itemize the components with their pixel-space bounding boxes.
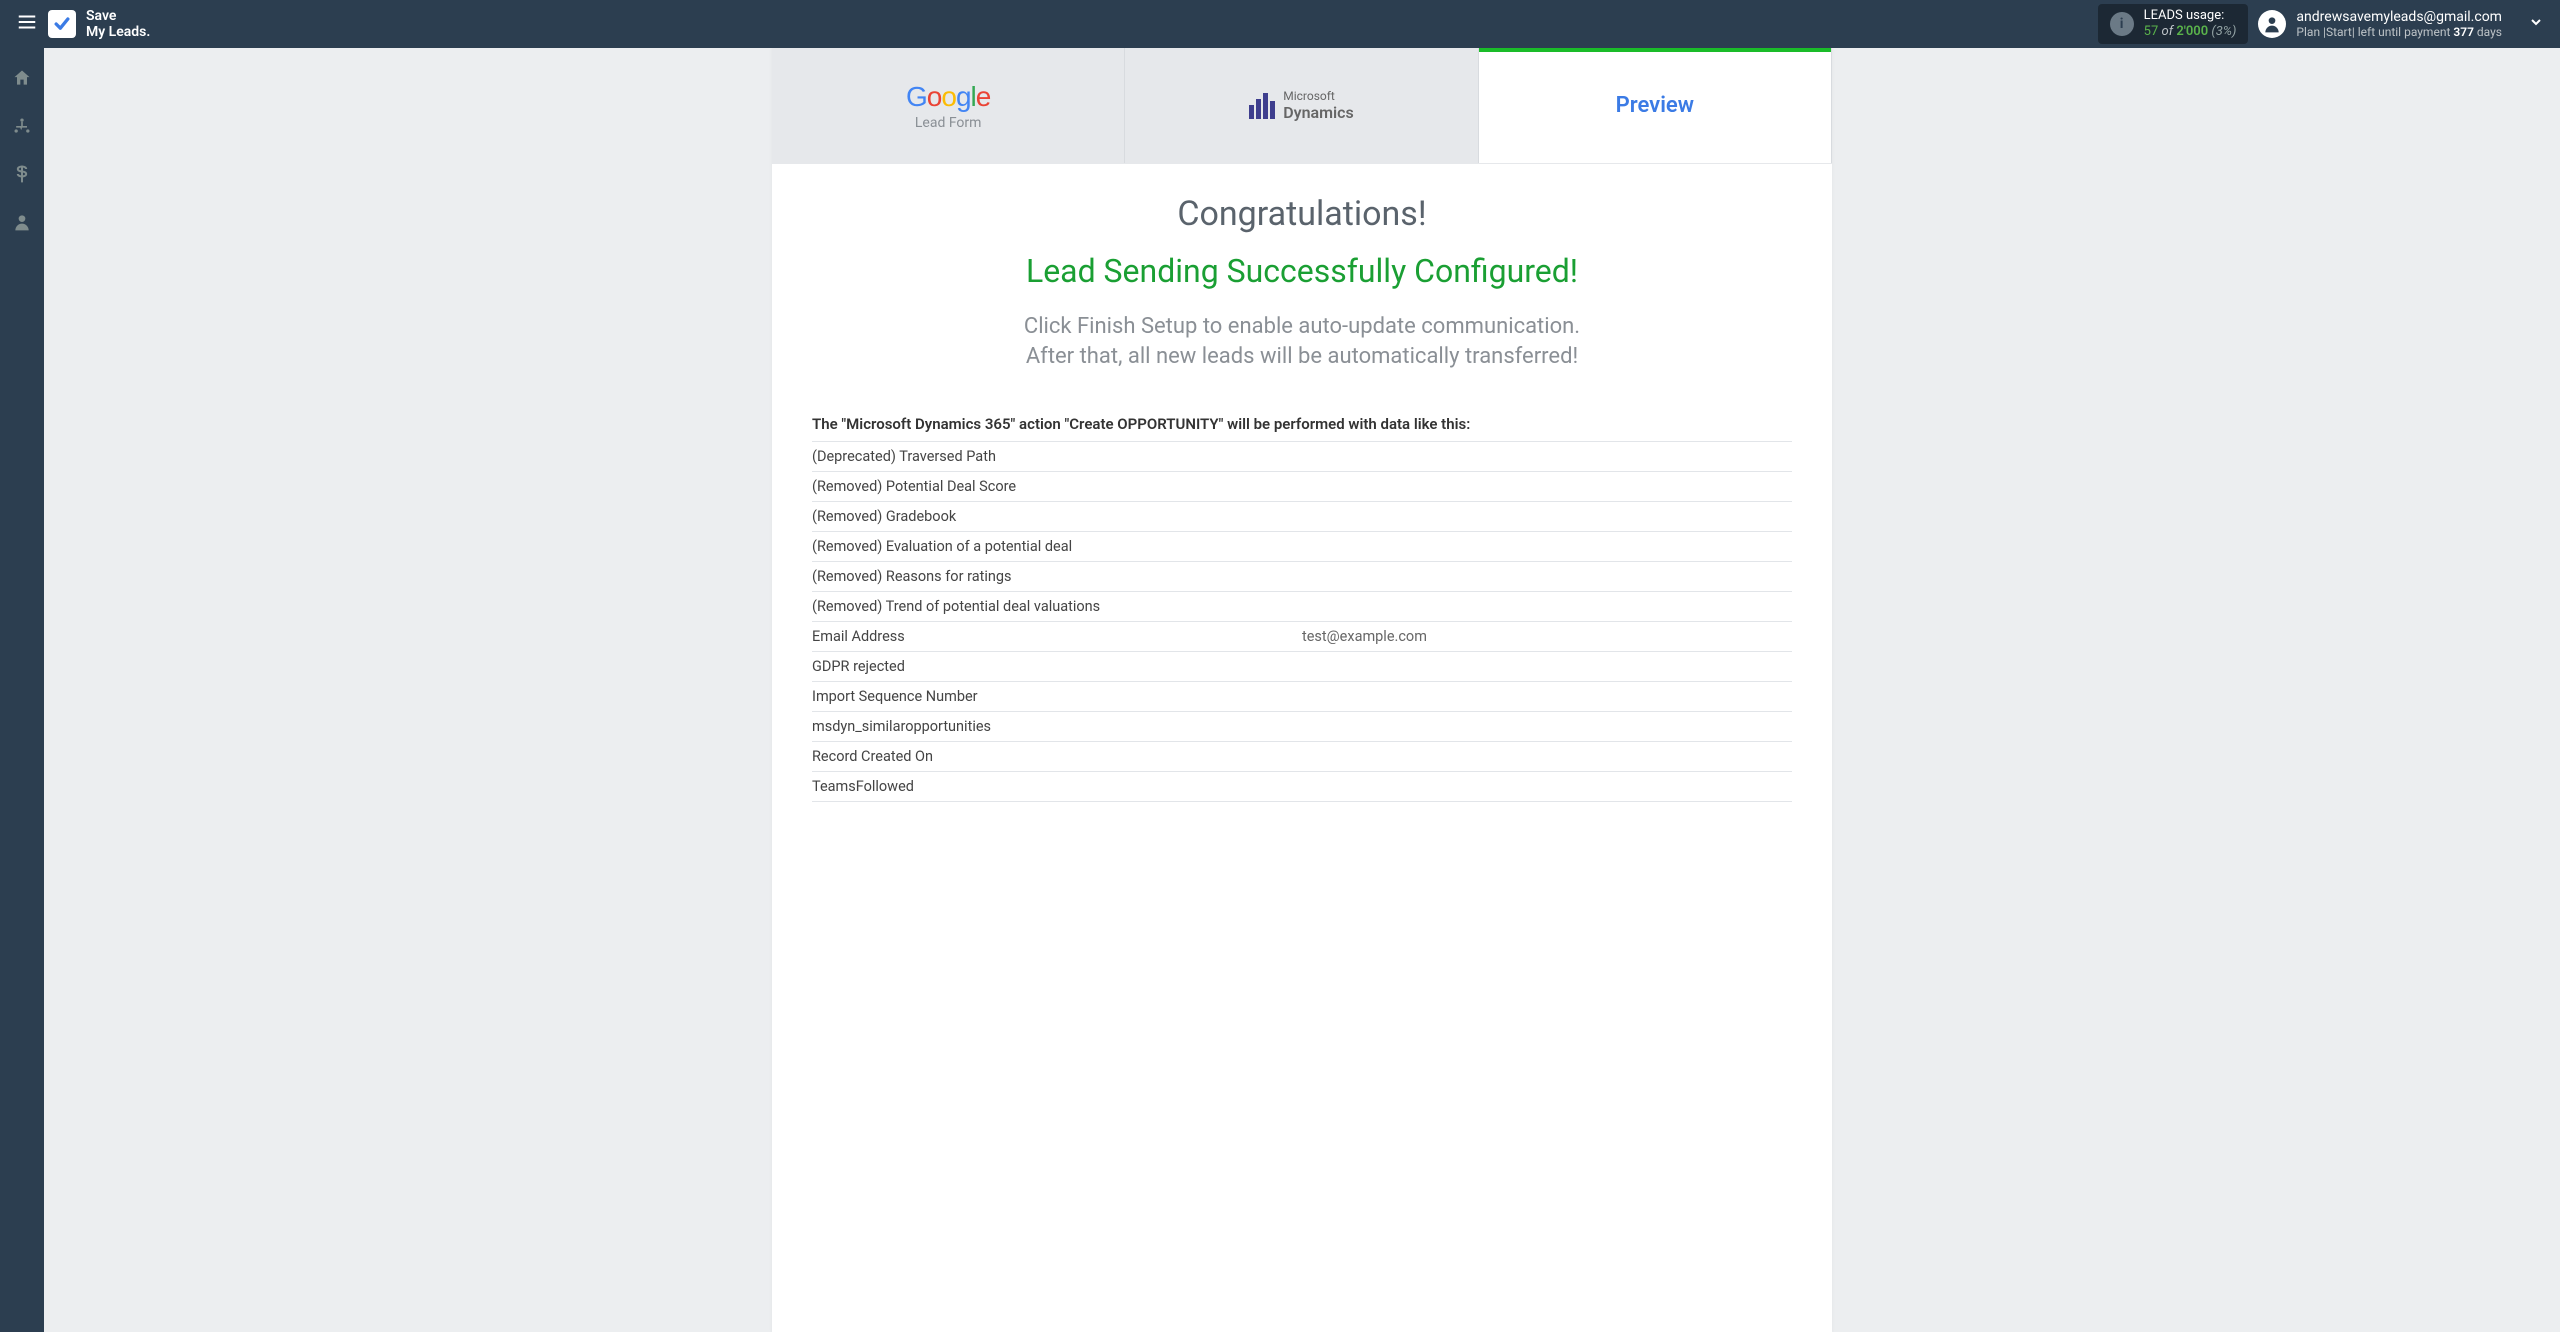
instructions: Click Finish Setup to enable auto-update… xyxy=(812,312,1792,371)
instructions-line2: After that, all new leads will be automa… xyxy=(812,342,1792,372)
field-value xyxy=(1302,712,1792,742)
tab-microsoft-dynamics[interactable]: Microsoft Dynamics xyxy=(1125,48,1478,163)
table-row: (Removed) Potential Deal Score xyxy=(812,472,1792,502)
google-logo: Google xyxy=(906,81,990,113)
field-name: msdyn_similaropportunities xyxy=(812,712,1302,742)
table-row: Import Sequence Number xyxy=(812,682,1792,712)
field-name: (Removed) Gradebook xyxy=(812,502,1302,532)
field-name: (Removed) Trend of potential deal valuat… xyxy=(812,592,1302,622)
sidebar xyxy=(0,48,44,1332)
field-value xyxy=(1302,502,1792,532)
field-name: (Removed) Potential Deal Score xyxy=(812,472,1302,502)
plan-days: 377 xyxy=(2453,25,2474,39)
app-logo[interactable] xyxy=(48,10,76,38)
field-value xyxy=(1302,562,1792,592)
table-row: Email Addresstest@example.com xyxy=(812,622,1792,652)
home-icon[interactable] xyxy=(12,68,32,92)
ms-dynamics-logo: Microsoft Dynamics xyxy=(1249,89,1354,122)
field-value: test@example.com xyxy=(1302,622,1792,652)
tab-preview[interactable]: Preview xyxy=(1479,48,1832,163)
integrations-icon[interactable] xyxy=(12,116,32,140)
brand-line2: My Leads. xyxy=(86,24,150,40)
field-value xyxy=(1302,652,1792,682)
field-name: Import Sequence Number xyxy=(812,682,1302,712)
table-row: (Removed) Gradebook xyxy=(812,502,1792,532)
chevron-down-icon[interactable] xyxy=(2528,14,2544,34)
table-row: msdyn_similaropportunities xyxy=(812,712,1792,742)
field-value xyxy=(1302,442,1792,472)
congratulations-heading: Congratulations! xyxy=(812,194,1792,234)
topbar: Save My Leads. i LEADS usage: 57 of 2'00… xyxy=(0,0,2560,48)
tab-google-lead-form[interactable]: Google Lead Form xyxy=(772,48,1125,163)
table-row: GDPR rejected xyxy=(812,652,1792,682)
instructions-line1: Click Finish Setup to enable auto-update… xyxy=(812,312,1792,342)
field-name: GDPR rejected xyxy=(812,652,1302,682)
usage-of: of xyxy=(2162,24,2174,39)
user-email: andrewsavemyleads@gmail.com xyxy=(2296,9,2502,25)
usage-badge[interactable]: i LEADS usage: 57 of 2'000 (3%) xyxy=(2098,4,2249,45)
table-row: (Removed) Trend of potential deal valuat… xyxy=(812,592,1792,622)
google-sub: Lead Form xyxy=(915,115,982,131)
ms-label2: Dynamics xyxy=(1283,103,1354,122)
table-row: Record Created On xyxy=(812,742,1792,772)
field-value xyxy=(1302,472,1792,502)
usage-label: LEADS usage: xyxy=(2144,8,2237,24)
field-value xyxy=(1302,772,1792,802)
brand-name: Save My Leads. xyxy=(86,8,150,40)
stepper-tabs: Google Lead Form Microsoft Dynamics xyxy=(772,48,1832,164)
table-row: (Deprecated) Traversed Path xyxy=(812,442,1792,472)
field-name: (Deprecated) Traversed Path xyxy=(812,442,1302,472)
brand-line1: Save xyxy=(86,8,150,24)
usage-used: 57 xyxy=(2144,24,2159,39)
user-menu[interactable]: andrewsavemyleads@gmail.com Plan |Start|… xyxy=(2258,9,2544,39)
table-row: TeamsFollowed xyxy=(812,772,1792,802)
field-name: Record Created On xyxy=(812,742,1302,772)
plan-prefix: Plan |Start| left until payment xyxy=(2296,25,2453,39)
success-message: Lead Sending Successfully Configured! xyxy=(812,252,1792,290)
content-panel: Google Lead Form Microsoft Dynamics xyxy=(772,48,1832,1332)
field-name: Email Address xyxy=(812,622,1302,652)
field-name: (Removed) Reasons for ratings xyxy=(812,562,1302,592)
table-row: (Removed) Evaluation of a potential deal xyxy=(812,532,1792,562)
user-icon[interactable] xyxy=(12,212,32,236)
usage-limit: 2'000 xyxy=(2176,24,2208,39)
table-row: (Removed) Reasons for ratings xyxy=(812,562,1792,592)
dollar-icon[interactable] xyxy=(12,164,32,188)
user-plan: Plan |Start| left until payment 377 days xyxy=(2296,25,2502,39)
preview-label: Preview xyxy=(1616,93,1694,118)
field-value xyxy=(1302,742,1792,772)
field-value xyxy=(1302,682,1792,712)
field-name: TeamsFollowed xyxy=(812,772,1302,802)
field-value xyxy=(1302,532,1792,562)
usage-pct: (3%) xyxy=(2211,24,2236,39)
field-value xyxy=(1302,592,1792,622)
usage-text: LEADS usage: 57 of 2'000 (3%) xyxy=(2144,8,2237,41)
data-preview-table: (Deprecated) Traversed Path(Removed) Pot… xyxy=(812,442,1792,802)
info-icon: i xyxy=(2110,12,2134,36)
menu-icon[interactable] xyxy=(16,11,38,37)
ms-label1: Microsoft xyxy=(1283,89,1354,103)
plan-suffix: days xyxy=(2474,25,2502,39)
avatar-icon xyxy=(2258,10,2286,38)
field-name: (Removed) Evaluation of a potential deal xyxy=(812,532,1302,562)
data-preview-heading: The "Microsoft Dynamics 365" action "Cre… xyxy=(812,407,1792,442)
